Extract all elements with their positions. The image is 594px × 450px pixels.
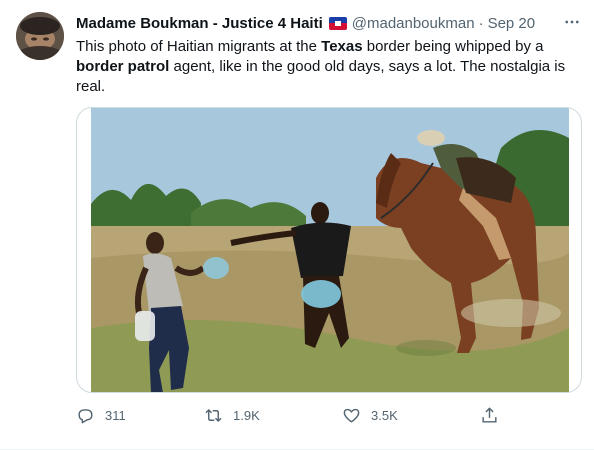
haiti-flag-icon <box>328 16 347 30</box>
tweet-actions: 311 1.9K 3.5K <box>76 401 506 429</box>
reply-count: 311 <box>105 407 126 423</box>
tweet-header: Madame Boukman - Justice 4 Haiti @madanb… <box>76 13 535 33</box>
tweet-text-bold: border patrol <box>76 58 170 75</box>
like-button[interactable]: 3.5K <box>342 401 398 429</box>
share-icon <box>482 406 497 423</box>
heart-icon <box>343 408 360 423</box>
separator-dot: · <box>478 14 484 32</box>
tweet-text-part: This photo of Haitian migrants at the <box>76 38 322 55</box>
retweet-icon <box>205 408 222 422</box>
avatar-image <box>16 12 64 60</box>
like-count: 3.5K <box>371 407 398 423</box>
reply-icon <box>78 408 93 423</box>
reply-button[interactable]: 311 <box>76 401 126 429</box>
retweet-count: 1.9K <box>233 407 260 423</box>
avatar[interactable] <box>16 12 64 60</box>
retweet-button[interactable]: 1.9K <box>204 401 260 429</box>
tweet-date[interactable]: Sep 20 <box>488 15 536 32</box>
tweet-media[interactable] <box>76 107 582 393</box>
author-handle[interactable]: @madanboukman <box>352 15 475 32</box>
share-button[interactable] <box>480 401 509 429</box>
tweet-text-part: border being whipped by a <box>362 38 544 55</box>
author-name[interactable]: Madame Boukman - Justice 4 Haiti <box>76 15 323 32</box>
tweet-text: This photo of Haitian migrants at the Te… <box>76 37 576 97</box>
more-dots-icon[interactable] <box>560 10 584 34</box>
tweet-text-bold: Texas <box>321 38 363 55</box>
tweet-card[interactable]: Madame Boukman - Justice 4 Haiti @madanb… <box>0 0 594 450</box>
tweet-photo <box>91 108 569 392</box>
